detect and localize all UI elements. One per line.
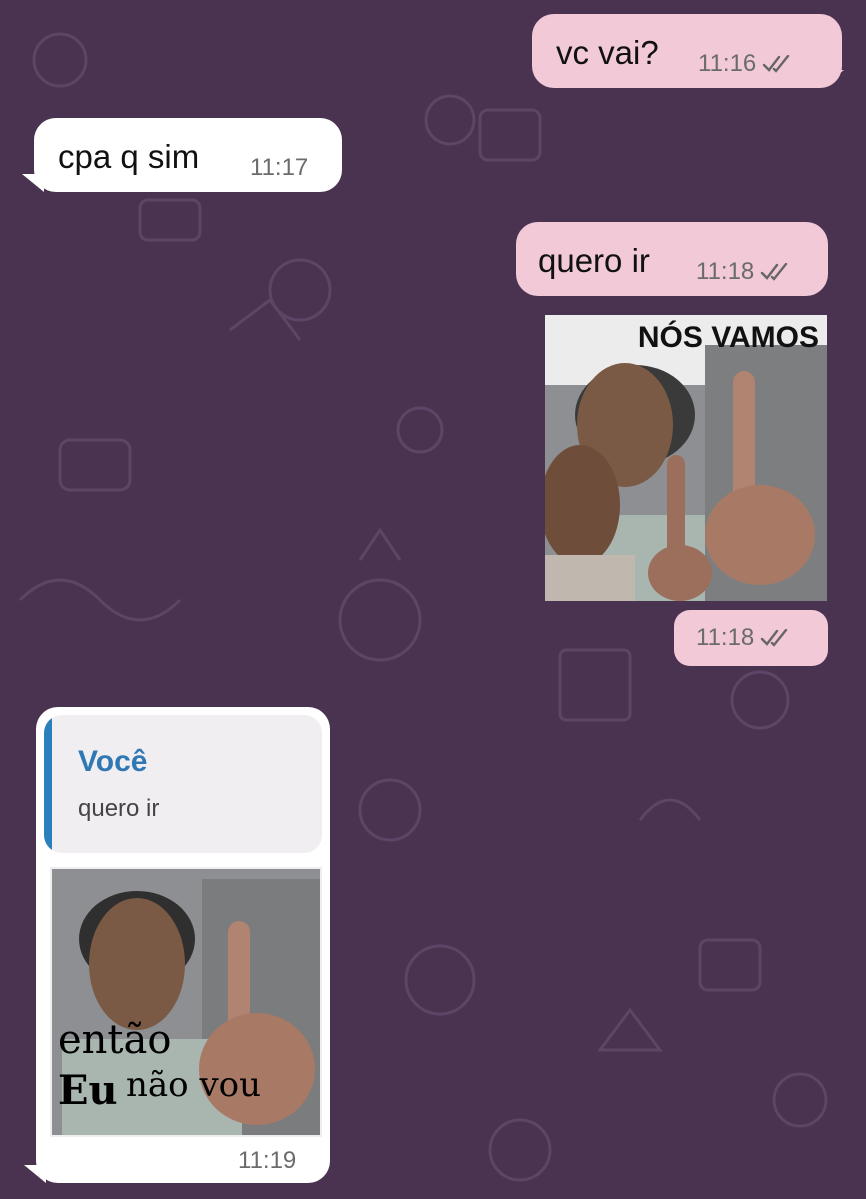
quote-text: quero ir xyxy=(78,795,160,822)
sticker-caption-bold: Eu xyxy=(58,1067,118,1114)
sticker-time-badge: 11:18 xyxy=(674,610,828,666)
message-meta: 11:18 xyxy=(696,624,792,652)
double-check-icon xyxy=(761,263,788,281)
message-bubble-incoming-reply[interactable]: Você quero ir então Eu não vou 11:19 xyxy=(36,707,330,1183)
quote-author: Você xyxy=(78,745,148,778)
sticker-image[interactable]: NÓS VAMOS xyxy=(545,315,827,601)
message-text: quero ir xyxy=(538,242,650,279)
message-bubble-outgoing[interactable]: vc vai? 11:16 xyxy=(532,14,842,88)
message-bubble-incoming[interactable]: cpa q sim 11:17 xyxy=(34,118,342,192)
sticker-caption-line2: não vou xyxy=(126,1065,262,1105)
message-meta: 11:16 xyxy=(698,50,794,78)
double-check-icon xyxy=(763,55,790,73)
quote-accent-bar xyxy=(44,715,52,853)
sticker-caption-line1: então xyxy=(58,1017,172,1063)
message-time: 11:16 xyxy=(698,50,757,77)
message-bubble-outgoing[interactable]: quero ir 11:18 xyxy=(516,222,828,296)
message-time: 11:18 xyxy=(696,624,755,651)
bubble-tail xyxy=(822,70,844,88)
bubble-tail xyxy=(24,1165,46,1183)
message-time: 11:17 xyxy=(250,154,309,181)
sticker-photo xyxy=(545,315,827,601)
message-time: 11:18 xyxy=(696,258,755,285)
message-text: cpa q sim xyxy=(58,138,200,175)
double-check-icon xyxy=(761,629,788,647)
message-time: 11:19 xyxy=(238,1147,297,1174)
sticker-caption: NÓS VAMOS xyxy=(637,321,819,354)
quoted-message[interactable]: Você quero ir xyxy=(44,715,322,853)
message-meta: 11:18 xyxy=(696,258,792,286)
message-text: vc vai? xyxy=(556,34,659,71)
sticker-image[interactable]: então Eu não vou xyxy=(50,867,322,1137)
bubble-tail xyxy=(22,174,44,192)
